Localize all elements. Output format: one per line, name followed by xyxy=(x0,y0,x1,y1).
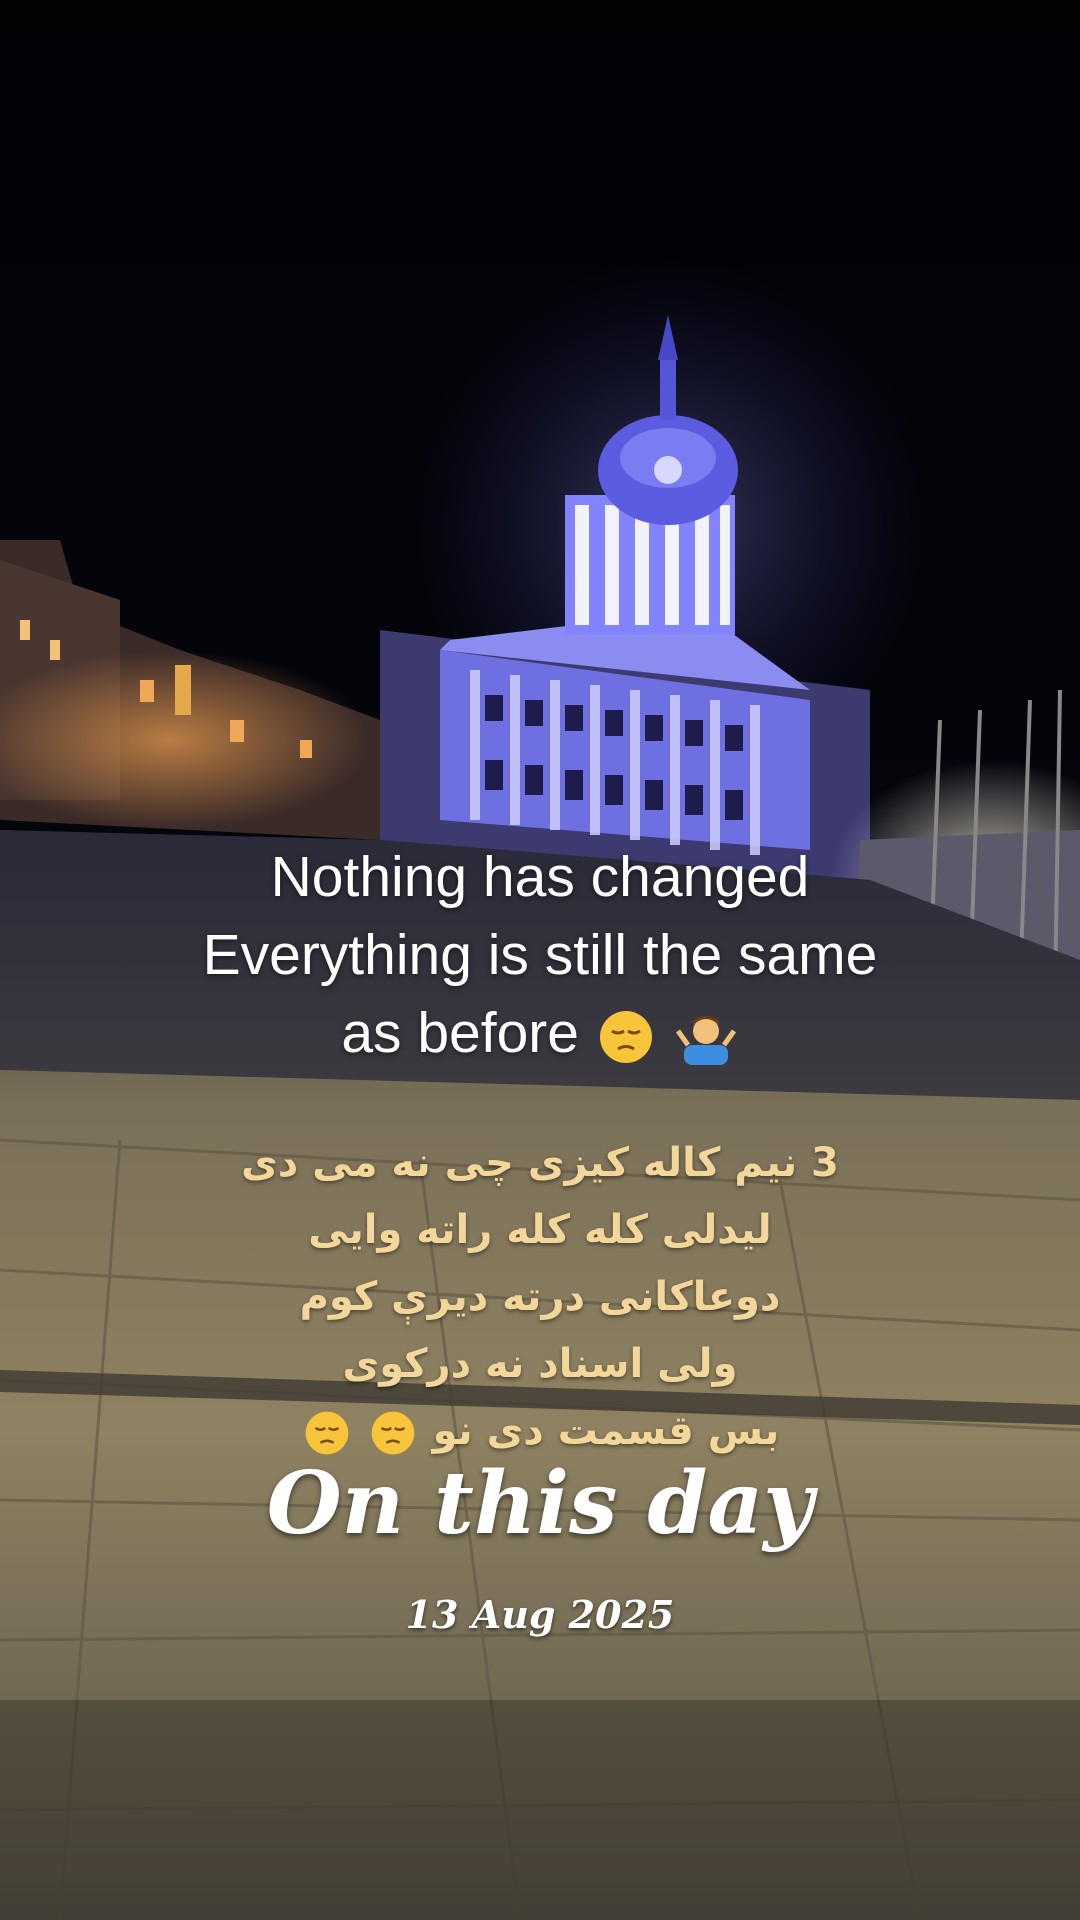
pashto-caption: 3 نیم کاله کیزی چی نه می دی لیدلی کله کل… xyxy=(0,1130,1080,1465)
pashto-line-5-text: بس قسمت دی نو xyxy=(432,1408,780,1454)
caption-line-1: Nothing has changed xyxy=(270,845,810,909)
pashto-line-1: 3 نیم کاله کیزی چی نه می دی xyxy=(241,1140,839,1186)
english-caption: Nothing has changed Everything is still … xyxy=(0,838,1080,1072)
pashto-line-3: دوعاکانی درته دیرې کوم xyxy=(299,1274,781,1320)
memory-date: 13 Aug 2025 xyxy=(405,1592,675,1637)
pashto-line-2: لیدلی کله کله راته وایی xyxy=(308,1207,772,1253)
on-this-day-title: On this day xyxy=(266,1453,814,1554)
caption-line-2: Everything is still the same xyxy=(202,923,878,987)
pensive-face-icon xyxy=(305,1411,349,1455)
caption-line-3-text: as before xyxy=(341,1001,579,1065)
man-shrugging-icon xyxy=(675,1015,736,1065)
pensive-face-icon xyxy=(371,1411,415,1455)
pashto-line-4: ولی اسناد نه درکوی xyxy=(342,1341,738,1387)
pensive-face-icon xyxy=(599,1010,652,1063)
caption-line-3: as before xyxy=(0,994,1080,1072)
